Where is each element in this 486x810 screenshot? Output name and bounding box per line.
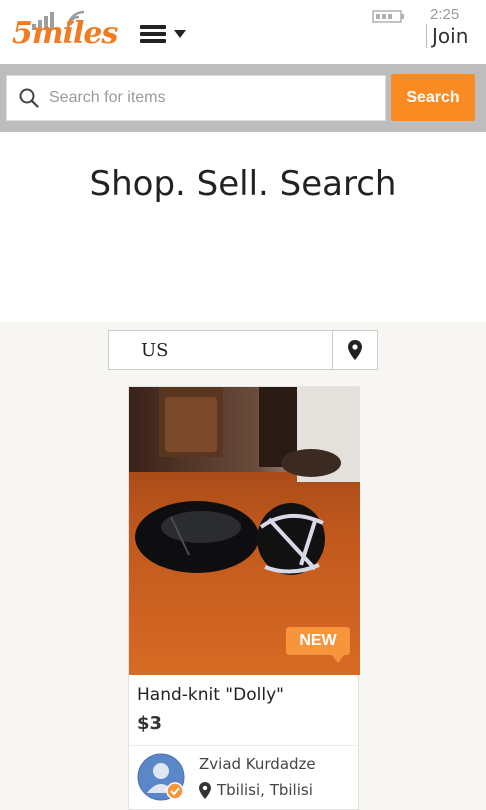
logo-text: 5miles: [12, 16, 118, 51]
location-value[interactable]: US: [109, 331, 332, 369]
search-icon: [19, 88, 39, 108]
card-divider: [129, 745, 360, 746]
new-badge: NEW: [286, 627, 350, 663]
5miles-logo[interactable]: 5miles: [12, 4, 132, 52]
seller-location-text: Tbilisi, Tbilisi: [217, 781, 313, 799]
location-button[interactable]: [332, 331, 377, 369]
listing-section: US NEW Hand-knit "Dolly" $3 Zviad Kurdad…: [0, 322, 486, 810]
location-selector[interactable]: US: [108, 330, 378, 370]
item-title[interactable]: Hand-knit "Dolly": [137, 685, 284, 705]
item-price: $3: [137, 713, 163, 734]
hero-title: Shop. Sell. Search: [89, 164, 397, 204]
menu-button[interactable]: [140, 20, 196, 48]
location-pin-icon: [199, 781, 211, 799]
hero-section: Shop. Sell. Search: [0, 132, 486, 322]
join-link[interactable]: Join: [426, 24, 468, 48]
search-box: [6, 75, 386, 121]
search-input[interactable]: [49, 89, 369, 107]
seller-avatar[interactable]: [137, 753, 185, 801]
seller-location: Tbilisi, Tbilisi: [199, 781, 313, 799]
listing-card[interactable]: NEW Hand-knit "Dolly" $3 Zviad Kurdadze …: [128, 386, 360, 810]
status-clock: 2:25: [430, 6, 460, 23]
hamburger-icon: [140, 25, 166, 43]
map-pin-icon: [348, 340, 362, 360]
seller-name[interactable]: Zviad Kurdadze: [199, 755, 316, 773]
caret-down-icon: [174, 30, 186, 38]
top-header: 5miles 2:25 Join: [0, 0, 486, 64]
battery-status-icon: [372, 10, 404, 23]
search-button[interactable]: Search: [391, 74, 475, 121]
search-bar: Search: [0, 64, 486, 132]
